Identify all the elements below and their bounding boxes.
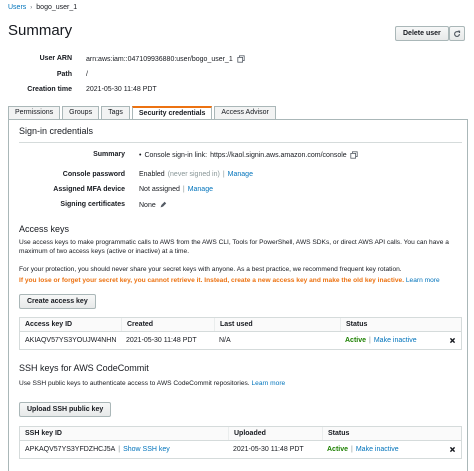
make-inactive-link[interactable]: Make inactive — [356, 441, 399, 458]
access-keys-learn-more[interactable]: Learn more — [406, 277, 440, 284]
tab-bar: Permissions Groups Tags Security credent… — [8, 106, 278, 120]
refresh-button[interactable] — [449, 26, 465, 41]
tab-access-advisor[interactable]: Access Advisor — [214, 106, 276, 119]
access-key-id: AKIAQV57YS3YOUJW4NHN — [25, 337, 117, 344]
signing-certificates-label: Signing certificates — [60, 201, 125, 208]
access-keys-warning: If you lose or forget your secret key, y… — [19, 277, 440, 284]
ssh-key-id: APKAQV57YS3YFDZHCJ5A — [25, 446, 116, 453]
copy-icon[interactable] — [237, 55, 245, 63]
x-icon[interactable] — [449, 337, 456, 344]
manage-mfa-link[interactable]: Manage — [188, 186, 213, 193]
table-row: APKAQV57YS3YFDZHCJ5A | Show SSH key 2021… — [20, 441, 461, 458]
tab-tags[interactable]: Tags — [101, 106, 130, 119]
create-access-key-button[interactable]: Create access key — [19, 294, 96, 309]
breadcrumb-separator: › — [30, 4, 33, 11]
access-keys-description: Use access keys to make programmatic cal… — [19, 239, 449, 255]
access-keys-protection-note: For your protection, you should never sh… — [19, 266, 402, 273]
ssh-keys-table: SSH key ID Uploaded Status APKAQV57YS3YF… — [19, 426, 462, 459]
path-value: / — [86, 71, 88, 78]
signin-credentials-title: Sign-in credentials — [19, 126, 94, 136]
status-badge: Active — [345, 337, 367, 344]
console-password-note: (never signed in) — [167, 171, 220, 178]
user-arn-value: arn:aws:iam::047109936880:user/bogo_user… — [86, 55, 233, 63]
breadcrumb: Users › bogo_user_1 — [8, 4, 77, 11]
tab-security-credentials[interactable]: Security credentials — [131, 106, 213, 120]
access-key-last-used: N/A — [219, 337, 231, 344]
status-badge: Active — [327, 446, 349, 453]
mfa-label: Assigned MFA device — [53, 186, 125, 193]
creation-time-value: 2021-05-30 11:48 PDT — [86, 86, 157, 93]
divider — [19, 142, 462, 143]
column-access-key-id[interactable]: Access key ID — [20, 318, 121, 331]
access-keys-warning-text: If you lose or forget your secret key, y… — [19, 277, 405, 284]
delete-user-button[interactable]: Delete user — [395, 26, 449, 41]
separator: | — [222, 171, 225, 178]
ssh-keys-description: Use SSH public keys to authenticate acce… — [19, 380, 250, 387]
column-ssh-key-id[interactable]: SSH key ID — [20, 427, 228, 440]
separator: | — [118, 446, 121, 453]
user-arn-label: User ARN — [39, 55, 72, 62]
summary-label: Summary — [93, 151, 125, 158]
separator: | — [182, 186, 185, 193]
console-link-prefix: Console sign-in link: — [144, 151, 208, 159]
page-title: Summary — [8, 22, 73, 39]
ssh-keys-learn-more[interactable]: Learn more — [251, 380, 285, 387]
console-password-label: Console password — [62, 171, 125, 178]
table-header: SSH key ID Uploaded Status — [20, 427, 461, 441]
column-uploaded[interactable]: Uploaded — [228, 427, 322, 440]
column-status[interactable]: Status — [340, 318, 461, 331]
copy-icon[interactable] — [350, 151, 358, 159]
table-row: AKIAQV57YS3YOUJW4NHN 2021-05-30 11:48 PD… — [20, 332, 461, 349]
upload-ssh-key-button[interactable]: Upload SSH public key — [19, 402, 112, 417]
column-last-used[interactable]: Last used — [214, 318, 340, 331]
console-signin-link: https://kaol.signin.aws.amazon.com/conso… — [210, 151, 347, 159]
pencil-icon[interactable] — [159, 201, 167, 209]
column-created[interactable]: Created — [121, 318, 214, 331]
signing-certificates-value: None — [139, 201, 156, 209]
mfa-value: Not assigned — [139, 186, 180, 193]
tab-groups[interactable]: Groups — [62, 106, 100, 119]
ssh-key-uploaded: 2021-05-30 11:48 PDT — [233, 446, 304, 453]
ssh-keys-description-line: Use SSH public keys to authenticate acce… — [19, 379, 463, 388]
x-icon[interactable] — [449, 446, 456, 453]
manage-password-link[interactable]: Manage — [228, 171, 253, 178]
tab-permissions[interactable]: Permissions — [8, 106, 61, 119]
access-key-created: 2021-05-30 11:48 PDT — [126, 337, 197, 344]
make-inactive-link[interactable]: Make inactive — [374, 332, 417, 349]
console-password-value: Enabled — [139, 171, 165, 178]
table-header: Access key ID Created Last used Status — [20, 318, 461, 332]
column-status[interactable]: Status — [322, 427, 461, 440]
separator: | — [369, 337, 371, 344]
bullet: • — [139, 151, 142, 159]
refresh-icon — [454, 30, 461, 37]
path-label: Path — [56, 71, 72, 78]
show-ssh-key-link[interactable]: Show SSH key — [123, 441, 170, 458]
breadcrumb-users-link[interactable]: Users — [8, 4, 26, 11]
access-keys-title: Access keys — [19, 224, 70, 234]
ssh-keys-title: SSH keys for AWS CodeCommit — [19, 363, 149, 373]
access-keys-table: Access key ID Created Last used Status A… — [19, 317, 462, 350]
creation-time-label: Creation time — [27, 86, 72, 93]
separator: | — [351, 446, 353, 453]
breadcrumb-current: bogo_user_1 — [36, 4, 78, 11]
